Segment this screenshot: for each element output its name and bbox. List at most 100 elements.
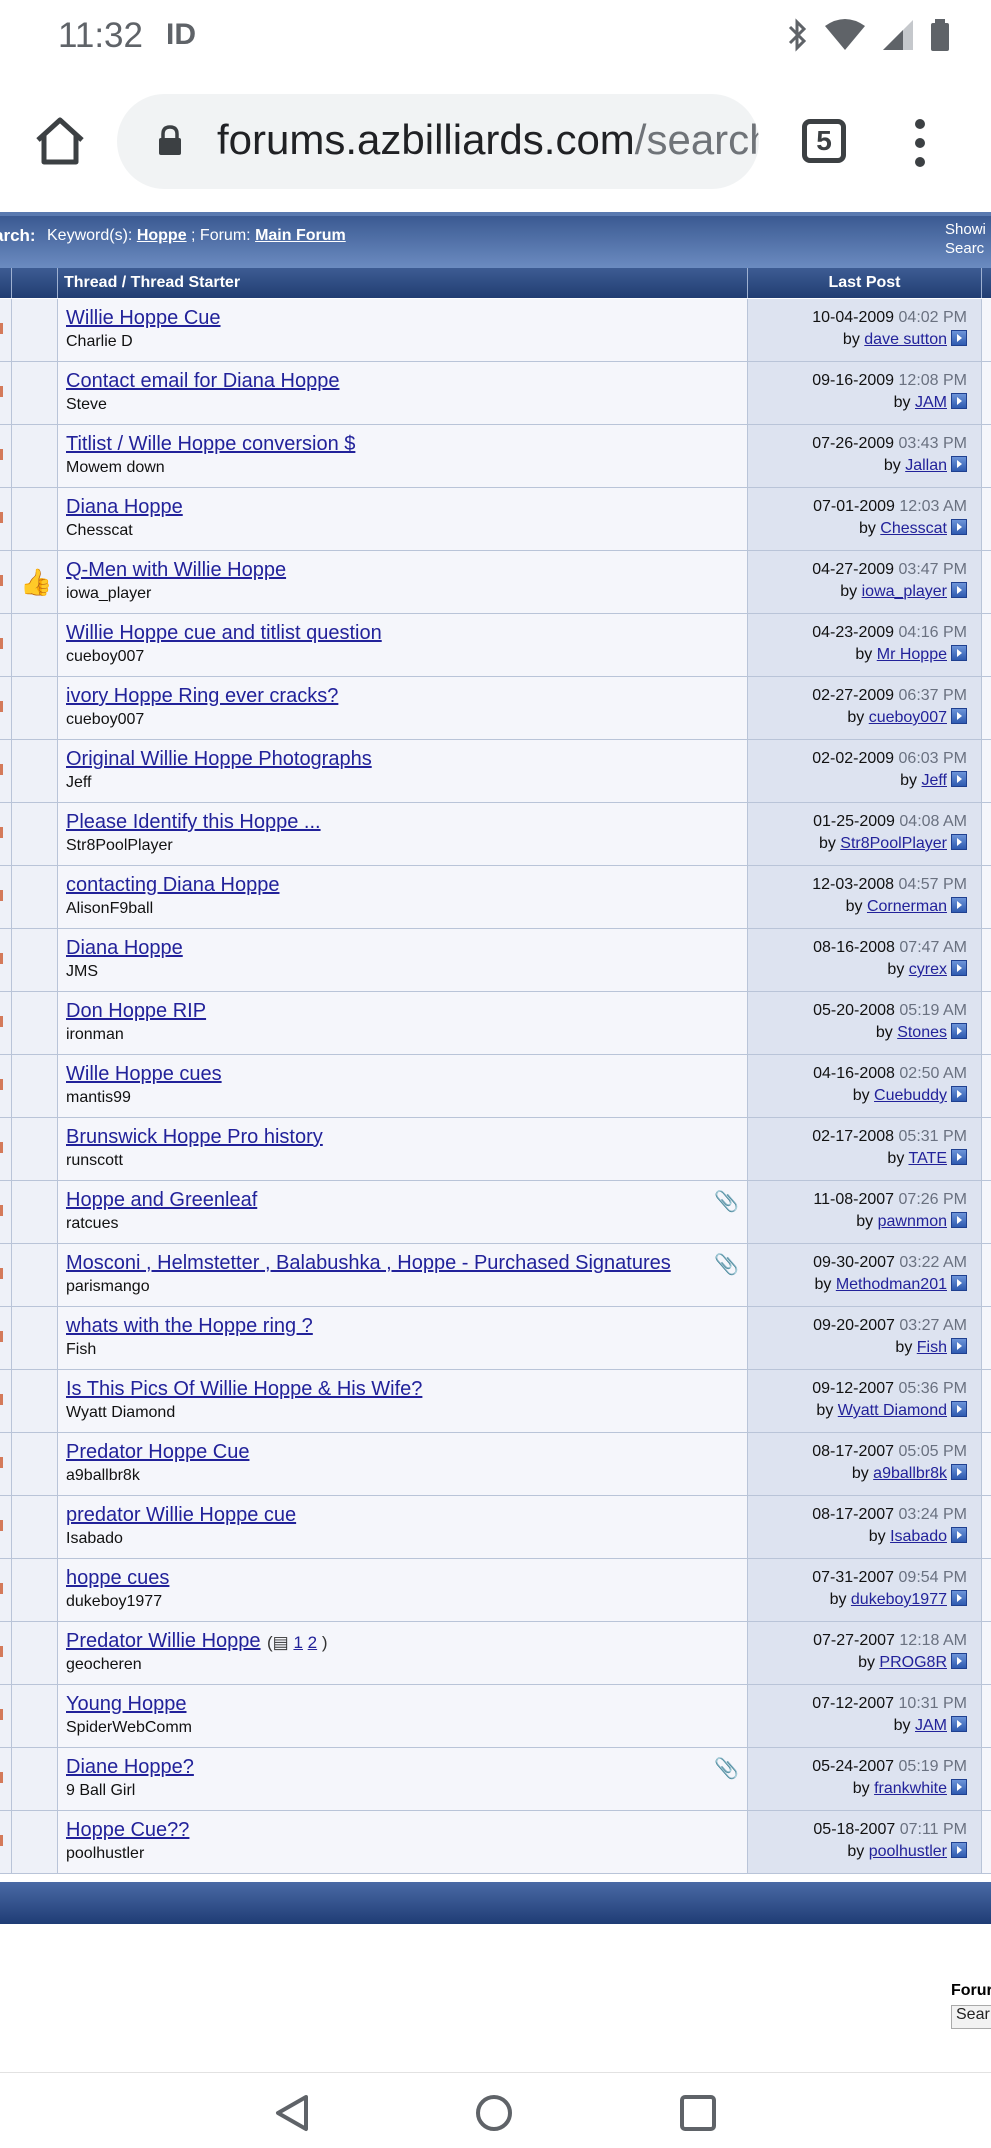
thread-title-link[interactable]: Young Hoppe xyxy=(66,1693,187,1716)
address-bar[interactable]: forums.azbilliards.com/search xyxy=(117,94,759,189)
back-icon[interactable] xyxy=(272,2093,312,2133)
thread-title-link[interactable]: Willie Hoppe cue and titlist question xyxy=(66,622,382,645)
last-poster-link[interactable]: iowa_player xyxy=(862,583,947,600)
go-to-last-post-icon[interactable] xyxy=(951,1716,967,1732)
last-poster-link[interactable]: Stones xyxy=(897,1024,947,1041)
last-post-by: by TATE xyxy=(887,1149,967,1168)
last-post-datetime: 07-31-2007 09:54 PM xyxy=(812,1569,967,1587)
header-lastpost-col[interactable]: Last Post xyxy=(748,268,982,298)
thread-title-link[interactable]: Predator Willie Hoppe xyxy=(66,1630,261,1653)
go-to-last-post-icon[interactable] xyxy=(951,897,967,913)
thread-title-link[interactable]: hoppe cues xyxy=(66,1567,169,1590)
last-poster-link[interactable]: Wyatt Diamond xyxy=(838,1402,947,1419)
go-to-last-post-icon[interactable] xyxy=(951,1212,967,1228)
thread-title-link[interactable]: Please Identify this Hoppe ... xyxy=(66,811,321,834)
tab-switcher-button[interactable]: 5 xyxy=(802,119,846,163)
by-prefix: by xyxy=(851,1465,874,1482)
go-to-last-post-icon[interactable] xyxy=(951,1464,967,1480)
go-to-last-post-icon[interactable] xyxy=(951,1590,967,1606)
go-to-last-post-icon[interactable] xyxy=(951,519,967,535)
go-to-last-post-icon[interactable] xyxy=(951,1527,967,1543)
thread-title-link[interactable]: Original Willie Hoppe Photographs xyxy=(66,748,372,771)
go-to-last-post-icon[interactable] xyxy=(951,393,967,409)
thread-title-link[interactable]: whats with the Hoppe ring ? xyxy=(66,1315,313,1338)
go-to-last-post-icon[interactable] xyxy=(951,1401,967,1417)
recents-icon[interactable] xyxy=(678,2093,718,2133)
go-to-last-post-icon[interactable] xyxy=(951,708,967,724)
by-prefix: by xyxy=(845,898,867,915)
thread-title-link[interactable]: Brunswick Hoppe Pro history xyxy=(66,1126,323,1149)
status-icon-cell xyxy=(0,1811,12,1873)
thread-title-link[interactable]: Mosconi , Helmstetter , Balabushka , Hop… xyxy=(66,1252,671,1275)
go-to-last-post-icon[interactable] xyxy=(951,1842,967,1858)
last-poster-link[interactable]: JAM xyxy=(915,394,947,411)
go-to-last-post-icon[interactable] xyxy=(951,1338,967,1354)
thread-title-link[interactable]: Diane Hoppe? xyxy=(66,1756,194,1779)
home-icon[interactable] xyxy=(30,110,90,170)
thread-title-link[interactable]: Hoppe and Greenleaf xyxy=(66,1189,257,1212)
last-poster-link[interactable]: JAM xyxy=(915,1717,947,1734)
go-to-last-post-icon[interactable] xyxy=(951,582,967,598)
thread-status-icon xyxy=(0,512,3,523)
thread-title-link[interactable]: Willie Hoppe Cue xyxy=(66,307,221,330)
last-poster-link[interactable]: PROG8R xyxy=(879,1654,947,1671)
last-poster-link[interactable]: dukeboy1977 xyxy=(851,1591,947,1608)
thread-title-link[interactable]: ivory Hoppe Ring ever cracks? xyxy=(66,685,338,708)
last-poster-link[interactable]: Isabado xyxy=(890,1528,947,1545)
android-nav-bar xyxy=(0,2072,991,2148)
thread-starter: 9 Ball Girl xyxy=(66,1782,136,1799)
last-poster-link[interactable]: pawnmon xyxy=(878,1213,947,1230)
go-to-last-post-icon[interactable] xyxy=(951,771,967,787)
thread-title-cell: Predator Hoppe Cue a9ballbr8k xyxy=(58,1433,748,1495)
last-poster-link[interactable]: Chesscat xyxy=(880,520,947,537)
last-poster-link[interactable]: dave sutton xyxy=(864,331,947,348)
go-to-last-post-icon[interactable] xyxy=(951,456,967,472)
thread-title-link[interactable]: Titlist / Wille Hoppe conversion $ xyxy=(66,433,355,456)
thread-title-link[interactable]: Diana Hoppe xyxy=(66,937,183,960)
last-post-time: 06:37 PM xyxy=(898,687,967,704)
last-poster-link[interactable]: Jeff xyxy=(922,772,948,789)
go-to-last-post-icon[interactable] xyxy=(951,834,967,850)
thread-title-link[interactable]: Contact email for Diana Hoppe xyxy=(66,370,339,393)
thread-title-link[interactable]: predator Willie Hoppe cue xyxy=(66,1504,296,1527)
last-poster-link[interactable]: Jallan xyxy=(905,457,947,474)
thread-title-link[interactable]: Q-Men with Willie Hoppe xyxy=(66,559,286,582)
thread-title-link[interactable]: Wille Hoppe cues xyxy=(66,1063,222,1086)
last-poster-link[interactable]: TATE xyxy=(908,1150,947,1167)
last-poster-link[interactable]: Mr Hoppe xyxy=(877,646,947,663)
thread-title-link[interactable]: Diana Hoppe xyxy=(66,496,183,519)
go-to-last-post-icon[interactable] xyxy=(951,1023,967,1039)
page-link[interactable]: 2 xyxy=(308,1633,317,1652)
overflow-menu-icon[interactable] xyxy=(910,118,930,168)
forum-link[interactable]: Main Forum xyxy=(255,227,346,244)
last-poster-link[interactable]: cyrex xyxy=(909,961,947,978)
header-thread-col[interactable]: Thread / Thread Starter xyxy=(58,268,748,298)
go-to-last-post-icon[interactable] xyxy=(951,1779,967,1795)
thread-title-link[interactable]: contacting Diana Hoppe xyxy=(66,874,279,897)
go-to-last-post-icon[interactable] xyxy=(951,1275,967,1291)
last-poster-link[interactable]: poolhustler xyxy=(869,1843,947,1860)
row-edge-cell xyxy=(982,677,991,739)
go-to-last-post-icon[interactable] xyxy=(951,960,967,976)
go-to-last-post-icon[interactable] xyxy=(951,1149,967,1165)
thread-title-link[interactable]: Is This Pics Of Willie Hoppe & His Wife? xyxy=(66,1378,422,1401)
last-poster-link[interactable]: a9ballbr8k xyxy=(873,1465,947,1482)
home-nav-icon[interactable] xyxy=(474,2093,514,2133)
page-link[interactable]: 1 xyxy=(293,1633,302,1652)
go-to-last-post-icon[interactable] xyxy=(951,645,967,661)
last-poster-link[interactable]: Cornerman xyxy=(867,898,947,915)
last-poster-link[interactable]: Methodman201 xyxy=(836,1276,947,1293)
thread-title-link[interactable]: Don Hoppe RIP xyxy=(66,1000,206,1023)
go-to-last-post-icon[interactable] xyxy=(951,330,967,346)
go-to-last-post-icon[interactable] xyxy=(951,1086,967,1102)
go-to-last-post-icon[interactable] xyxy=(951,1653,967,1669)
keyword-link[interactable]: Hoppe xyxy=(137,227,187,244)
last-poster-link[interactable]: Fish xyxy=(917,1339,947,1356)
last-poster-link[interactable]: cueboy007 xyxy=(869,709,947,726)
search-button[interactable]: Sear xyxy=(951,2005,991,2029)
last-poster-link[interactable]: frankwhite xyxy=(874,1780,947,1797)
last-poster-link[interactable]: Cuebuddy xyxy=(874,1087,947,1104)
last-poster-link[interactable]: Str8PoolPlayer xyxy=(840,835,947,852)
thread-title-link[interactable]: Predator Hoppe Cue xyxy=(66,1441,249,1464)
thread-title-link[interactable]: Hoppe Cue?? xyxy=(66,1819,189,1842)
